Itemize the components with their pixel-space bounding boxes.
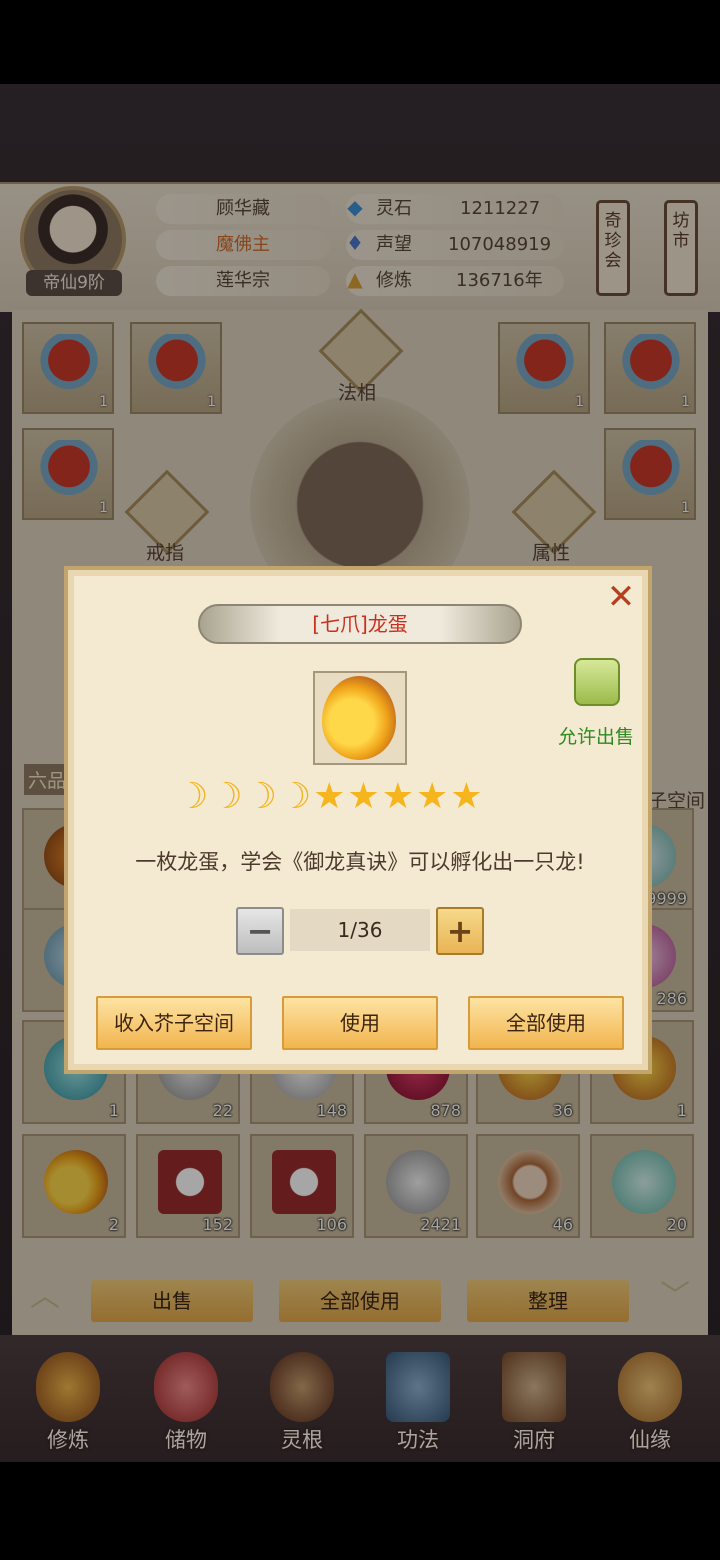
close-icon[interactable]: ✕ [604,580,638,614]
system-nav-area [0,1462,720,1560]
use-button[interactable]: 使用 [282,996,438,1050]
allow-sell-label: 允许出售 [557,726,634,748]
use-all-modal-button[interactable]: 全部使用 [468,996,624,1050]
item-description: 一枚龙蛋，学会《御龙真诀》可以孵化出一只龙! [135,850,585,874]
status-bar [0,0,720,84]
moon-icon: ☽ [210,776,245,817]
moon-icon: ☽ [176,776,211,817]
increase-button[interactable]: + [436,907,484,955]
moon-icon: ☽ [244,776,279,817]
star-icon: ★ [347,776,382,817]
star-icon: ★ [313,776,348,817]
dragon-egg-icon [322,676,396,760]
rarity-stars: ☽☽☽☽★★★★★ [176,778,546,816]
decrease-button[interactable]: − [236,907,284,955]
unlock-sell-icon[interactable] [574,658,620,706]
item-title: [七爪]龙蛋 [312,612,408,636]
star-icon: ★ [381,776,416,817]
moon-icon: ☽ [278,776,314,817]
quantity-field[interactable]: 1/36 [290,909,430,951]
star-icon: ★ [415,776,451,817]
star-icon: ★ [450,776,485,817]
store-to-space-button[interactable]: 收入芥子空间 [96,996,252,1050]
